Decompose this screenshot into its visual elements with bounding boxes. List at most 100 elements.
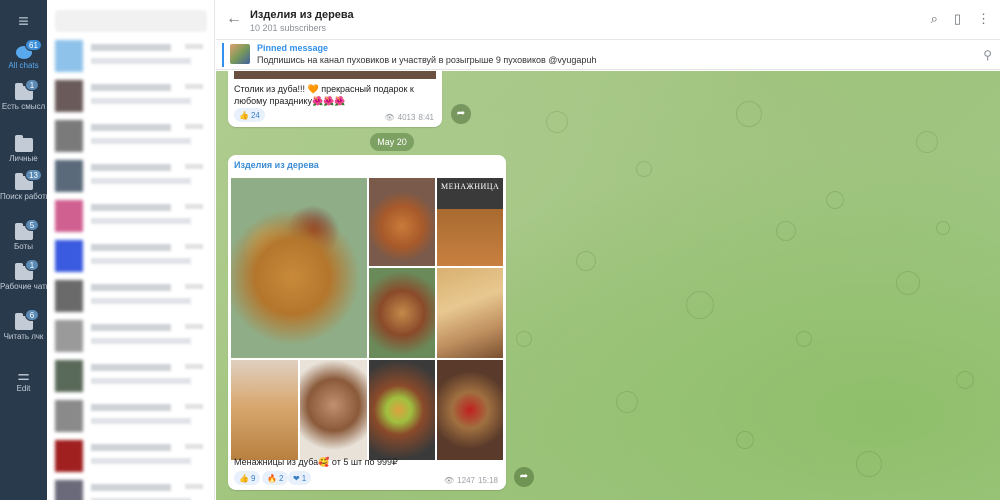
reaction-count: 24 <box>250 110 260 120</box>
chat-list-item[interactable] <box>47 116 214 156</box>
album-photo-8[interactable] <box>368 359 436 461</box>
album-photo-6[interactable] <box>230 359 299 461</box>
chat-list-item[interactable] <box>47 316 214 356</box>
redacted-chat-date <box>185 164 203 169</box>
redacted-chat-date <box>185 284 203 289</box>
redacted-chat-name <box>91 84 171 91</box>
folder-est-smysl[interactable]: 1 Есть смысл <box>0 79 47 124</box>
pinned-title: Pinned message <box>257 43 329 53</box>
redacted-chat-date <box>185 484 203 489</box>
photo-caption-text: МЕНАЖНИЦА <box>441 182 500 191</box>
background-doodle <box>576 251 596 271</box>
chat-list-item[interactable] <box>47 76 214 116</box>
redacted-chat-name <box>91 44 171 51</box>
chat-list-item[interactable] <box>47 156 214 196</box>
album-photo-3[interactable]: МЕНАЖНИЦА <box>436 177 504 267</box>
message-text: Столик из дуба!!! 🧡 прекрасный подарок к… <box>234 84 414 106</box>
redacted-chat-date <box>185 444 203 449</box>
message-photo[interactable] <box>234 71 436 79</box>
folder-chitat-lchk[interactable]: 6 Читать лчк <box>0 309 47 354</box>
folder-boty[interactable]: 5 Боты <box>0 219 47 264</box>
folder-edit[interactable]: ⚌ Edit <box>0 366 47 406</box>
background-doodle <box>856 451 882 477</box>
chat-list-item[interactable] <box>47 396 214 436</box>
chat-list-item[interactable] <box>47 476 214 500</box>
chat-list-item[interactable] <box>47 276 214 316</box>
background-doodle <box>916 131 938 153</box>
chat-list-item[interactable] <box>47 196 214 236</box>
views-count: 4013 <box>397 113 416 122</box>
album-photo-9[interactable] <box>436 359 504 461</box>
background-doodle <box>616 391 638 413</box>
avatar <box>55 240 83 272</box>
album-photo-2[interactable] <box>368 177 436 267</box>
chat-list-item[interactable] <box>47 436 214 476</box>
message-meta: 👁 4013 8:41 <box>384 113 434 122</box>
avatar <box>55 400 83 432</box>
message-bubble[interactable]: Изделия из дерева МЕНАЖНИЦА Менажницы из… <box>228 155 506 490</box>
folder-label: Читать лчк <box>3 332 44 341</box>
folder-label: Рабочие чаты <box>0 282 52 291</box>
unread-badge: 1 <box>25 79 39 91</box>
background-doodle <box>636 161 652 177</box>
reaction-chip[interactable]: 🔥 2 <box>262 471 289 485</box>
channel-title[interactable]: Изделия из дерева <box>250 9 354 21</box>
avatar <box>55 80 83 112</box>
message-bubble[interactable]: Столик из дуба!!! 🧡 прекрасный подарок к… <box>228 71 442 127</box>
redacted-chat-date <box>185 204 203 209</box>
message-time: 8:41 <box>418 113 434 122</box>
views-eye-icon: 👁 <box>384 113 395 122</box>
background-doodle <box>826 191 844 209</box>
message-text: Менажницы из дуба🥰 от 5 шт по 999₽ <box>234 457 398 467</box>
folder-poisk-raboty[interactable]: 13 Поиск работы <box>0 169 52 214</box>
forward-arrow-icon[interactable]: ➦ <box>451 104 471 124</box>
background-doodle <box>896 271 920 295</box>
more-options-icon[interactable]: ⋮ <box>977 12 990 26</box>
chat-list-item[interactable] <box>47 356 214 396</box>
folder-rabochie-chaty[interactable]: 1 Рабочие чаты <box>0 259 52 304</box>
chat-list-item[interactable] <box>47 36 214 76</box>
background-doodle <box>516 331 532 347</box>
menu-icon[interactable]: ≡ <box>0 8 47 34</box>
folder-sidebar: ≡ 61 All chats 1 Есть смысл Личные 13 Поиск ра… <box>0 0 52 500</box>
album-photo-7[interactable] <box>299 359 368 461</box>
avatar <box>55 120 83 152</box>
forward-arrow-icon[interactable]: ➦ <box>514 467 534 487</box>
redacted-chat-preview <box>91 418 191 424</box>
photo-album: МЕНАЖНИЦА <box>230 177 504 461</box>
redacted-chat-name <box>91 484 171 491</box>
channel-name[interactable]: Изделия из дерева <box>234 160 319 170</box>
back-arrow-icon[interactable]: ← <box>226 10 242 28</box>
pin-list-icon[interactable]: ⚲ <box>983 48 992 62</box>
redacted-chat-name <box>91 164 171 171</box>
reaction-chip[interactable]: 👍 24 <box>234 108 265 122</box>
folder-all-chats[interactable]: 61 All chats <box>0 39 47 84</box>
message-meta: 👁 1247 15:18 <box>444 476 498 485</box>
search-input[interactable] <box>55 10 207 32</box>
redacted-chat-name <box>91 204 171 211</box>
avatar <box>55 480 83 500</box>
background-doodle <box>546 111 568 133</box>
album-photo-5[interactable] <box>436 267 504 359</box>
avatar <box>55 280 83 312</box>
sidebar-toggle-icon[interactable]: ▯ <box>954 12 961 26</box>
search-icon[interactable]: ⌕ <box>931 12 938 26</box>
chat-list-item[interactable] <box>47 236 214 276</box>
background-doodle <box>776 221 796 241</box>
reaction-count: 2 <box>278 473 284 483</box>
redacted-chat-preview <box>91 338 191 344</box>
background-doodle <box>736 431 754 449</box>
date-divider: May 20 <box>370 133 414 151</box>
album-photo-4[interactable] <box>368 267 436 359</box>
redacted-chat-name <box>91 324 171 331</box>
reaction-chip[interactable]: ❤ 1 <box>288 471 312 485</box>
album-photo-1[interactable] <box>230 177 368 359</box>
pinned-message[interactable]: Pinned message Подпишись на канал пухови… <box>216 40 1000 70</box>
reaction-emoji: 🔥 <box>267 473 277 483</box>
chat-list <box>47 0 215 500</box>
background-doodle <box>956 371 974 389</box>
reaction-chip[interactable]: 👍 9 <box>234 471 261 485</box>
redacted-chat-date <box>185 84 203 89</box>
redacted-chat-name <box>91 364 171 371</box>
message-area[interactable]: Столик из дуба!!! 🧡 прекрасный подарок к… <box>216 71 1000 500</box>
